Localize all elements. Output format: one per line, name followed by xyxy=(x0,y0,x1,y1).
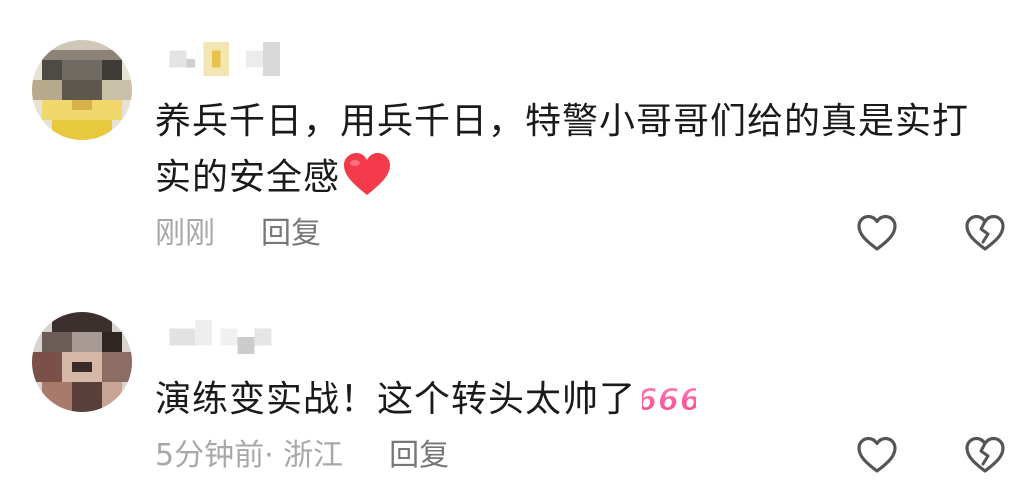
comment-time: 5分钟前 xyxy=(155,438,265,473)
comment-time: 刚刚 xyxy=(155,216,215,251)
comment-text: 养兵千日，用兵千日，特警小哥哥们给的真是实打实的安全感 xyxy=(155,94,995,214)
username[interactable] xyxy=(158,42,308,76)
username[interactable] xyxy=(158,320,308,354)
avatar[interactable] xyxy=(32,40,132,140)
comment-body: 养兵千日，用兵千日，特警小哥哥们给的真是实打实的安全感 xyxy=(155,101,970,198)
reply-button[interactable]: 回复 xyxy=(389,436,449,476)
comment-body: 演练变实战！这个转头太帅了 xyxy=(155,379,637,420)
comment-meta: 刚刚 回复 xyxy=(155,214,321,254)
like-icon[interactable] xyxy=(855,433,899,477)
like-icon[interactable] xyxy=(855,211,899,255)
comment-location: · 浙江 xyxy=(264,438,344,473)
666-emoji: 666 xyxy=(636,378,702,434)
comment-meta: 5分钟前· 浙江 回复 xyxy=(155,436,449,476)
dislike-icon[interactable] xyxy=(963,211,1007,255)
red-heart-emoji xyxy=(342,151,392,214)
dislike-icon[interactable] xyxy=(963,433,1007,477)
reply-button[interactable]: 回复 xyxy=(261,214,321,254)
svg-text:666: 666 xyxy=(642,383,696,417)
avatar[interactable] xyxy=(32,312,132,412)
comment-text: 演练变实战！这个转头太帅了666 xyxy=(155,372,995,434)
